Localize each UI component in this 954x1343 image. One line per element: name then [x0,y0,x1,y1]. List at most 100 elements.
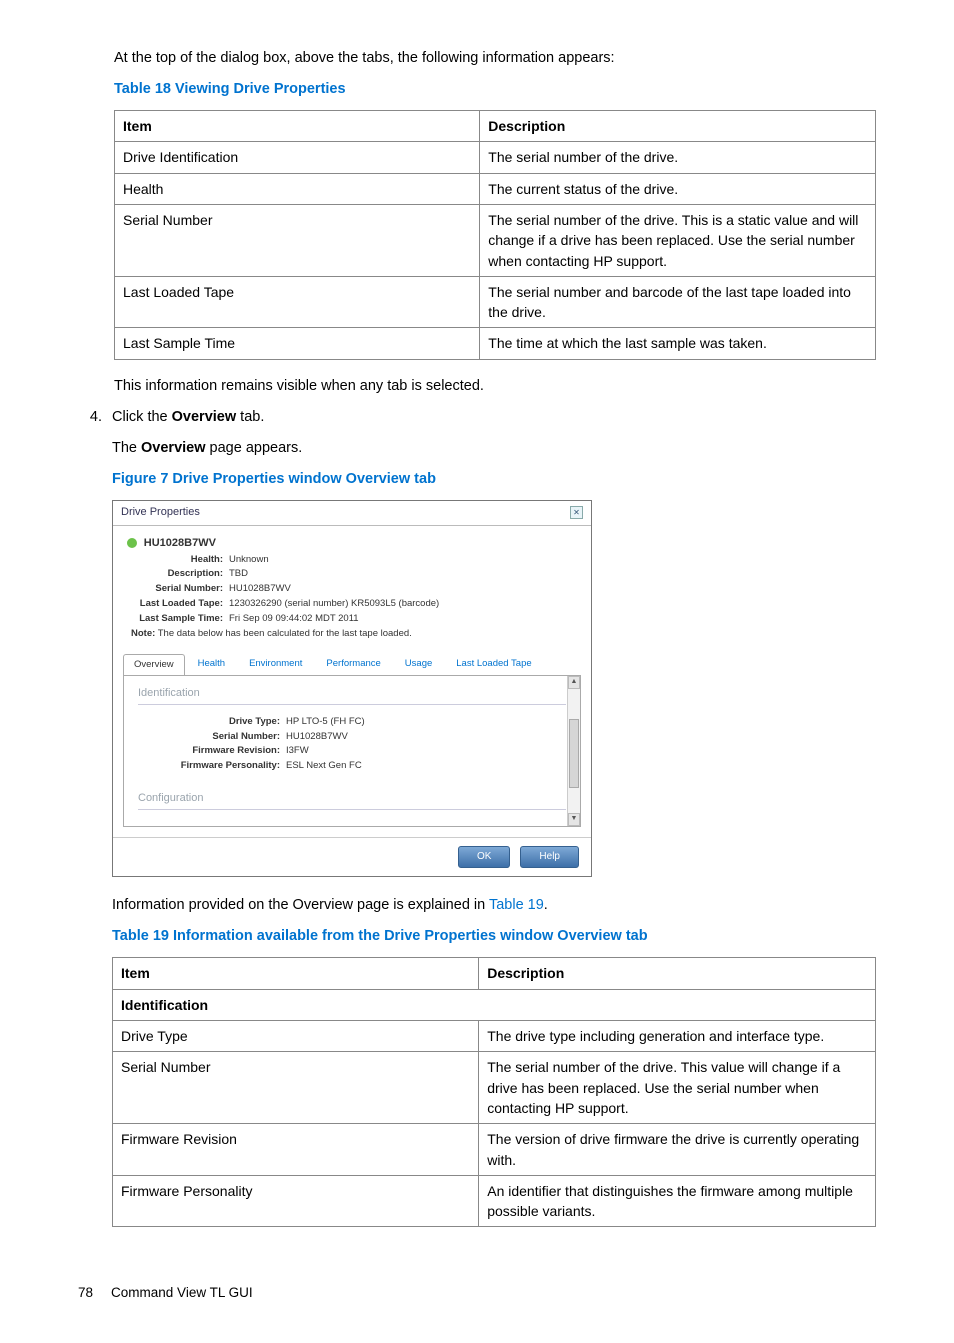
section-identification: Identification [138,686,566,705]
table19: Item Description Identification Drive Ty… [112,957,876,1227]
figure7-window: Drive Properties ✕ HU1028B7WV Health:Unk… [112,500,592,878]
t19-section: Identification [113,989,876,1020]
text: Information provided on the Overview pag… [112,897,489,913]
page-footer: 78 Command View TL GUI [78,1283,876,1303]
tab-health[interactable]: Health [187,653,236,675]
t18-desc: The serial number of the drive. This is … [480,204,876,276]
t18-desc: The serial number and barcode of the las… [480,276,876,328]
kv-row: Health:Unknown [131,553,577,567]
table-row: Drive TypeThe drive type including gener… [113,1021,876,1052]
kv-row: Firmware Revision:I3FW [138,744,566,758]
table-row: Last Sample TimeThe time at which the la… [115,328,876,359]
para-after-figure: Information provided on the Overview pag… [112,895,876,916]
kv-key: Last Loaded Tape: [131,597,229,611]
t18-item: Health [115,173,480,204]
text-bold: Overview [172,409,237,425]
ok-button[interactable]: OK [458,846,510,869]
t18-item: Last Sample Time [115,328,480,359]
table-row: Last Loaded TapeThe serial number and ba… [115,276,876,328]
t18-desc: The serial number of the drive. [480,142,876,173]
table-row: Identification [113,989,876,1020]
kv-key: Last Sample Time: [131,612,229,626]
kv-key: Serial Number: [131,582,229,596]
page-number: 78 [78,1283,93,1303]
table19-header-desc: Description [479,958,876,989]
t19-desc: An identifier that distinguishes the fir… [479,1175,876,1227]
table-row: Firmware RevisionThe version of drive fi… [113,1124,876,1176]
intro-paragraph: At the top of the dialog box, above the … [114,48,876,69]
table-row: HealthThe current status of the drive. [115,173,876,204]
help-button[interactable]: Help [520,846,579,869]
text: . [544,897,548,913]
kv-row: Serial Number:HU1028B7WV [138,730,566,744]
scrollbar[interactable]: ▲ ▼ [567,676,580,826]
kv-val: HU1028B7WV [286,730,348,744]
t18-desc: The current status of the drive. [480,173,876,204]
tab-last-loaded[interactable]: Last Loaded Tape [445,653,542,675]
step-number: 4. [78,407,112,1244]
kv-row: Last Loaded Tape:1230326290 (serial numb… [131,597,577,611]
t19-item: Firmware Revision [113,1124,479,1176]
t18-item: Serial Number [115,204,480,276]
window-header: HU1028B7WV Health:Unknown Description:TB… [113,526,591,648]
kv-row: Last Sample Time:Fri Sep 09 09:44:02 MDT… [131,612,577,626]
scroll-down-icon[interactable]: ▼ [568,813,580,826]
para-after-table18: This information remains visible when an… [114,376,876,397]
scroll-up-icon[interactable]: ▲ [568,676,580,689]
text-bold: Overview [141,440,206,456]
tab-overview[interactable]: Overview [123,654,185,676]
t18-item: Drive Identification [115,142,480,173]
kv-key: Serial Number: [138,730,286,744]
status-icon [127,538,137,548]
footer-label: Command View TL GUI [111,1283,253,1303]
kv-key: Drive Type: [138,715,286,729]
table18-header-item: Item [115,111,480,142]
table19-title: Table 19 Information available from the … [112,926,876,947]
t19-desc: The version of drive firmware the drive … [479,1124,876,1176]
step-4: 4. Click the Overview tab. The Overview … [78,407,876,1244]
section-configuration: Configuration [138,791,566,810]
dialog-footer: OK Help [113,837,591,877]
t18-desc: The time at which the last sample was ta… [480,328,876,359]
link-table19[interactable]: Table 19 [489,897,544,913]
drive-name: HU1028B7WV [144,537,216,549]
step4-line1: Click the Overview tab. [112,407,876,428]
tab-performance[interactable]: Performance [315,653,391,675]
t19-desc: The serial number of the drive. This val… [479,1052,876,1124]
t19-desc: The drive type including generation and … [479,1021,876,1052]
kv-key: Firmware Personality: [138,759,286,773]
kv-key: Health: [131,553,229,567]
kv-val: I3FW [286,744,309,758]
kv-key: Firmware Revision: [138,744,286,758]
tab-environment[interactable]: Environment [238,653,313,675]
t19-item: Serial Number [113,1052,479,1124]
tab-usage[interactable]: Usage [394,653,443,675]
kv-row: Description:TBD [131,567,577,581]
scroll-track[interactable] [568,689,580,813]
table-row: Drive IdentificationThe serial number of… [115,142,876,173]
kv-row: Serial Number:HU1028B7WV [131,582,577,596]
kv-key: Description: [131,567,229,581]
kv-val: HU1028B7WV [229,582,291,596]
t19-item: Drive Type [113,1021,479,1052]
tab-strip: Overview Health Environment Performance … [123,653,581,675]
t19-item: Firmware Personality [113,1175,479,1227]
t18-item: Last Loaded Tape [115,276,480,328]
kv-val: Fri Sep 09 09:44:02 MDT 2011 [229,612,359,626]
table-row: Serial NumberThe serial number of the dr… [115,204,876,276]
text: tab. [236,409,264,425]
table18: Item Description Drive IdentificationThe… [114,110,876,360]
table-row: Serial NumberThe serial number of the dr… [113,1052,876,1124]
close-icon[interactable]: ✕ [570,506,583,519]
kv-val: HP LTO-5 (FH FC) [286,715,365,729]
text: The [112,440,141,456]
window-title: Drive Properties [121,505,200,521]
scroll-thumb[interactable] [569,719,579,788]
tab-body: Identification Drive Type:HP LTO-5 (FH F… [123,675,581,827]
table18-title: Table 18 Viewing Drive Properties [114,79,876,100]
kv-val: TBD [229,567,248,581]
kv-val: Unknown [229,553,269,567]
window-titlebar: Drive Properties ✕ [113,501,591,526]
note-line: Note: The data below has been calculated… [131,627,577,641]
kv-row: Drive Type:HP LTO-5 (FH FC) [138,715,566,729]
